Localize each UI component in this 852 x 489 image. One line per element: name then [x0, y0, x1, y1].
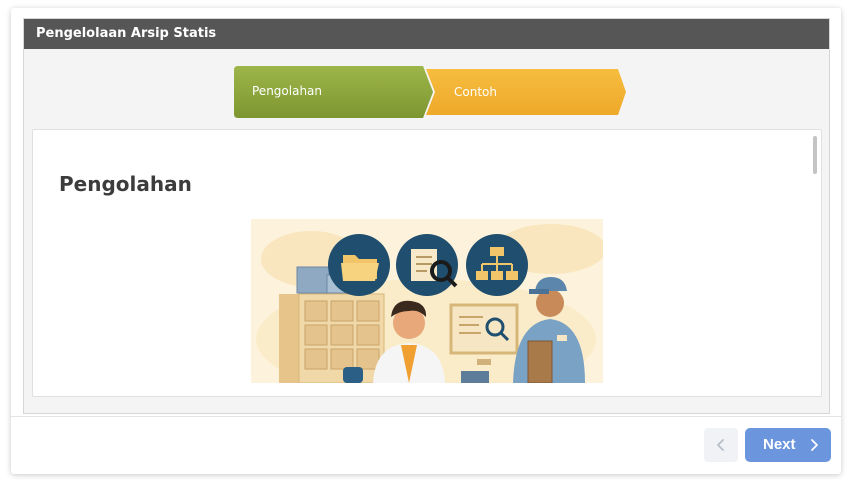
chevron-right-icon — [809, 438, 819, 456]
step-indicator: Pengolahan Contoh — [234, 66, 634, 118]
next-button[interactable]: Next — [745, 428, 831, 462]
panel-title: Pengelolaan Arsip Statis — [24, 19, 829, 49]
lesson-content[interactable]: Pengolahan — [32, 129, 822, 397]
previous-button[interactable] — [704, 428, 738, 462]
content-heading: Pengolahan — [59, 172, 192, 196]
step-label: Pengolahan — [252, 84, 323, 98]
content-panel: Pengelolaan Arsip Statis Pengolahan Cont… — [23, 18, 830, 414]
step-pengolahan[interactable]: Pengolahan — [234, 66, 434, 118]
footer-divider — [11, 416, 841, 417]
scrollbar-thumb[interactable] — [813, 136, 817, 174]
step-label: Contoh — [454, 85, 497, 99]
next-button-label: Next — [763, 436, 796, 453]
chevron-left-icon — [704, 428, 738, 462]
course-card: Pengelolaan Arsip Statis Pengolahan Cont… — [11, 8, 841, 474]
archive-processing-illustration — [251, 219, 606, 396]
step-contoh[interactable]: Contoh — [426, 69, 628, 121]
